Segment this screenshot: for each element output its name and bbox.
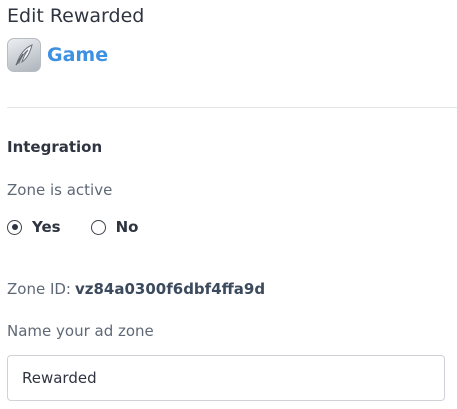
integration-heading: Integration — [7, 138, 103, 156]
zone-name-input[interactable] — [7, 355, 445, 401]
radio-selected-dot — [11, 224, 18, 230]
radio-yes[interactable]: Yes — [7, 217, 61, 237]
zone-id-row: Zone ID: vz84a0300f6dbf4ffa9d — [7, 279, 265, 299]
game-feather-icon — [7, 38, 41, 72]
zone-active-label: Zone is active — [7, 181, 113, 199]
app-name-link[interactable]: Game — [47, 43, 108, 67]
radio-no-label[interactable]: No — [116, 217, 139, 237]
zone-id-label: Zone ID: — [7, 280, 71, 298]
section-divider — [7, 107, 457, 108]
page-title: Edit Rewarded — [7, 5, 145, 27]
radio-no[interactable]: No — [90, 217, 139, 237]
edit-zone-page: Edit Rewarded Game Integration Zone is a… — [0, 0, 457, 409]
zone-active-radio-group: Yes No — [7, 217, 168, 237]
radio-yes-label[interactable]: Yes — [32, 217, 61, 237]
radio-no-circle[interactable] — [90, 219, 106, 235]
radio-yes-circle[interactable] — [7, 219, 22, 235]
app-link[interactable]: Game — [7, 38, 108, 72]
zone-id-value: vz84a0300f6dbf4ffa9d — [74, 280, 266, 298]
zone-name-label: Name your ad zone — [7, 322, 154, 340]
